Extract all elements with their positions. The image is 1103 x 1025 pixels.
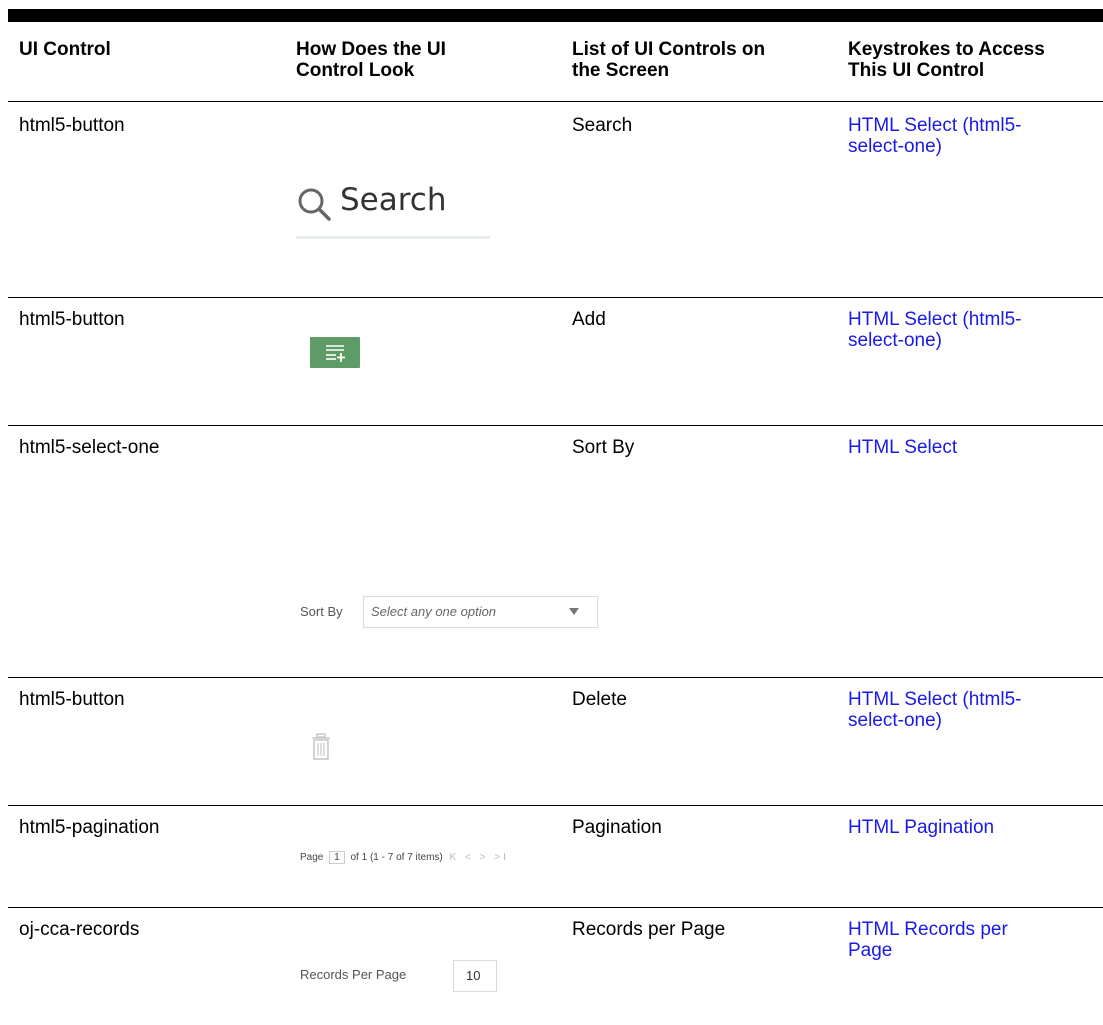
pagination-visual: Page 1 of 1 (1 - 7 of 7 items) K < > >I: [300, 851, 509, 871]
row-sort-screen: Sort By: [572, 437, 635, 458]
add-button-visual: [310, 337, 360, 368]
pagination-of-label: of 1: [350, 852, 368, 863]
search-button-visual: Search: [296, 172, 490, 242]
delete-button-visual: [310, 733, 332, 761]
row-records-link-line1[interactable]: HTML Records per: [848, 919, 1008, 941]
sort-by-label: Sort By: [300, 604, 343, 619]
row-search-control: html5-button: [19, 115, 125, 136]
header-keystrokes-line2: This UI Control: [848, 60, 985, 81]
row-pagination-screen: Pagination: [572, 817, 662, 838]
search-visual-label: Search: [340, 182, 447, 218]
chevron-down-icon: [569, 608, 579, 615]
row-search-link-line2[interactable]: select-one): [848, 136, 942, 158]
records-per-page-value: 10: [466, 968, 481, 983]
row-delete-link-line2[interactable]: select-one): [848, 710, 942, 732]
trash-icon: [312, 733, 330, 760]
header-look-line2: Control Look: [296, 60, 415, 81]
header-keystrokes-line1: Keystrokes to Access: [848, 39, 1045, 60]
row-pagination-link-line1[interactable]: HTML Pagination: [848, 817, 994, 839]
sort-by-visual: Sort By Select any one option: [300, 596, 600, 630]
row-add-control: html5-button: [19, 309, 125, 330]
search-icon: [298, 188, 331, 221]
row-delete-link-line1[interactable]: HTML Select (html5-: [848, 689, 1022, 711]
row-add-link-line2[interactable]: select-one): [848, 330, 942, 352]
top-rule: [8, 9, 1103, 22]
records-per-page-label: Records Per Page: [300, 967, 407, 982]
row-pagination-control: html5-pagination: [19, 817, 160, 838]
sort-by-select: Select any one option: [363, 596, 598, 628]
pagination-page-label: Page: [300, 852, 324, 863]
pagination-items-label: (1 - 7 of 7 items): [369, 852, 443, 863]
row-separator: [8, 425, 1103, 426]
row-records-screen: Records per Page: [572, 919, 726, 940]
row-separator: [8, 677, 1103, 678]
header-ui-control: UI Control: [19, 39, 111, 60]
row-separator: [8, 907, 1103, 908]
row-separator: [8, 805, 1103, 806]
pagination-page-input: 1: [329, 851, 345, 864]
search-underline: [296, 236, 490, 239]
row-add-screen: Add: [572, 309, 606, 330]
row-search-screen: Search: [572, 115, 633, 136]
pagination-nav-icons: K < > >I: [449, 852, 509, 863]
row-delete-control: html5-button: [19, 689, 125, 710]
row-records-link-line2[interactable]: Page: [848, 940, 892, 962]
header-list-line2: the Screen: [572, 60, 670, 81]
add-list-icon: [326, 345, 345, 362]
row-separator: [8, 297, 1103, 298]
row-add-link-line1[interactable]: HTML Select (html5-: [848, 309, 1022, 331]
row-delete-screen: Delete: [572, 689, 627, 710]
header-look-line1: How Does the UI: [296, 39, 446, 60]
sort-by-placeholder: Select any one option: [371, 604, 497, 619]
row-records-control: oj-cca-records: [19, 919, 140, 940]
header-separator: [8, 101, 1103, 102]
row-sort-link-line1[interactable]: HTML Select: [848, 437, 957, 459]
row-search-link-line1[interactable]: HTML Select (html5-: [848, 115, 1022, 137]
records-per-page-input: 10: [453, 960, 497, 992]
header-list-line1: List of UI Controls on: [572, 39, 766, 60]
row-sort-control: html5-select-one: [19, 437, 160, 458]
